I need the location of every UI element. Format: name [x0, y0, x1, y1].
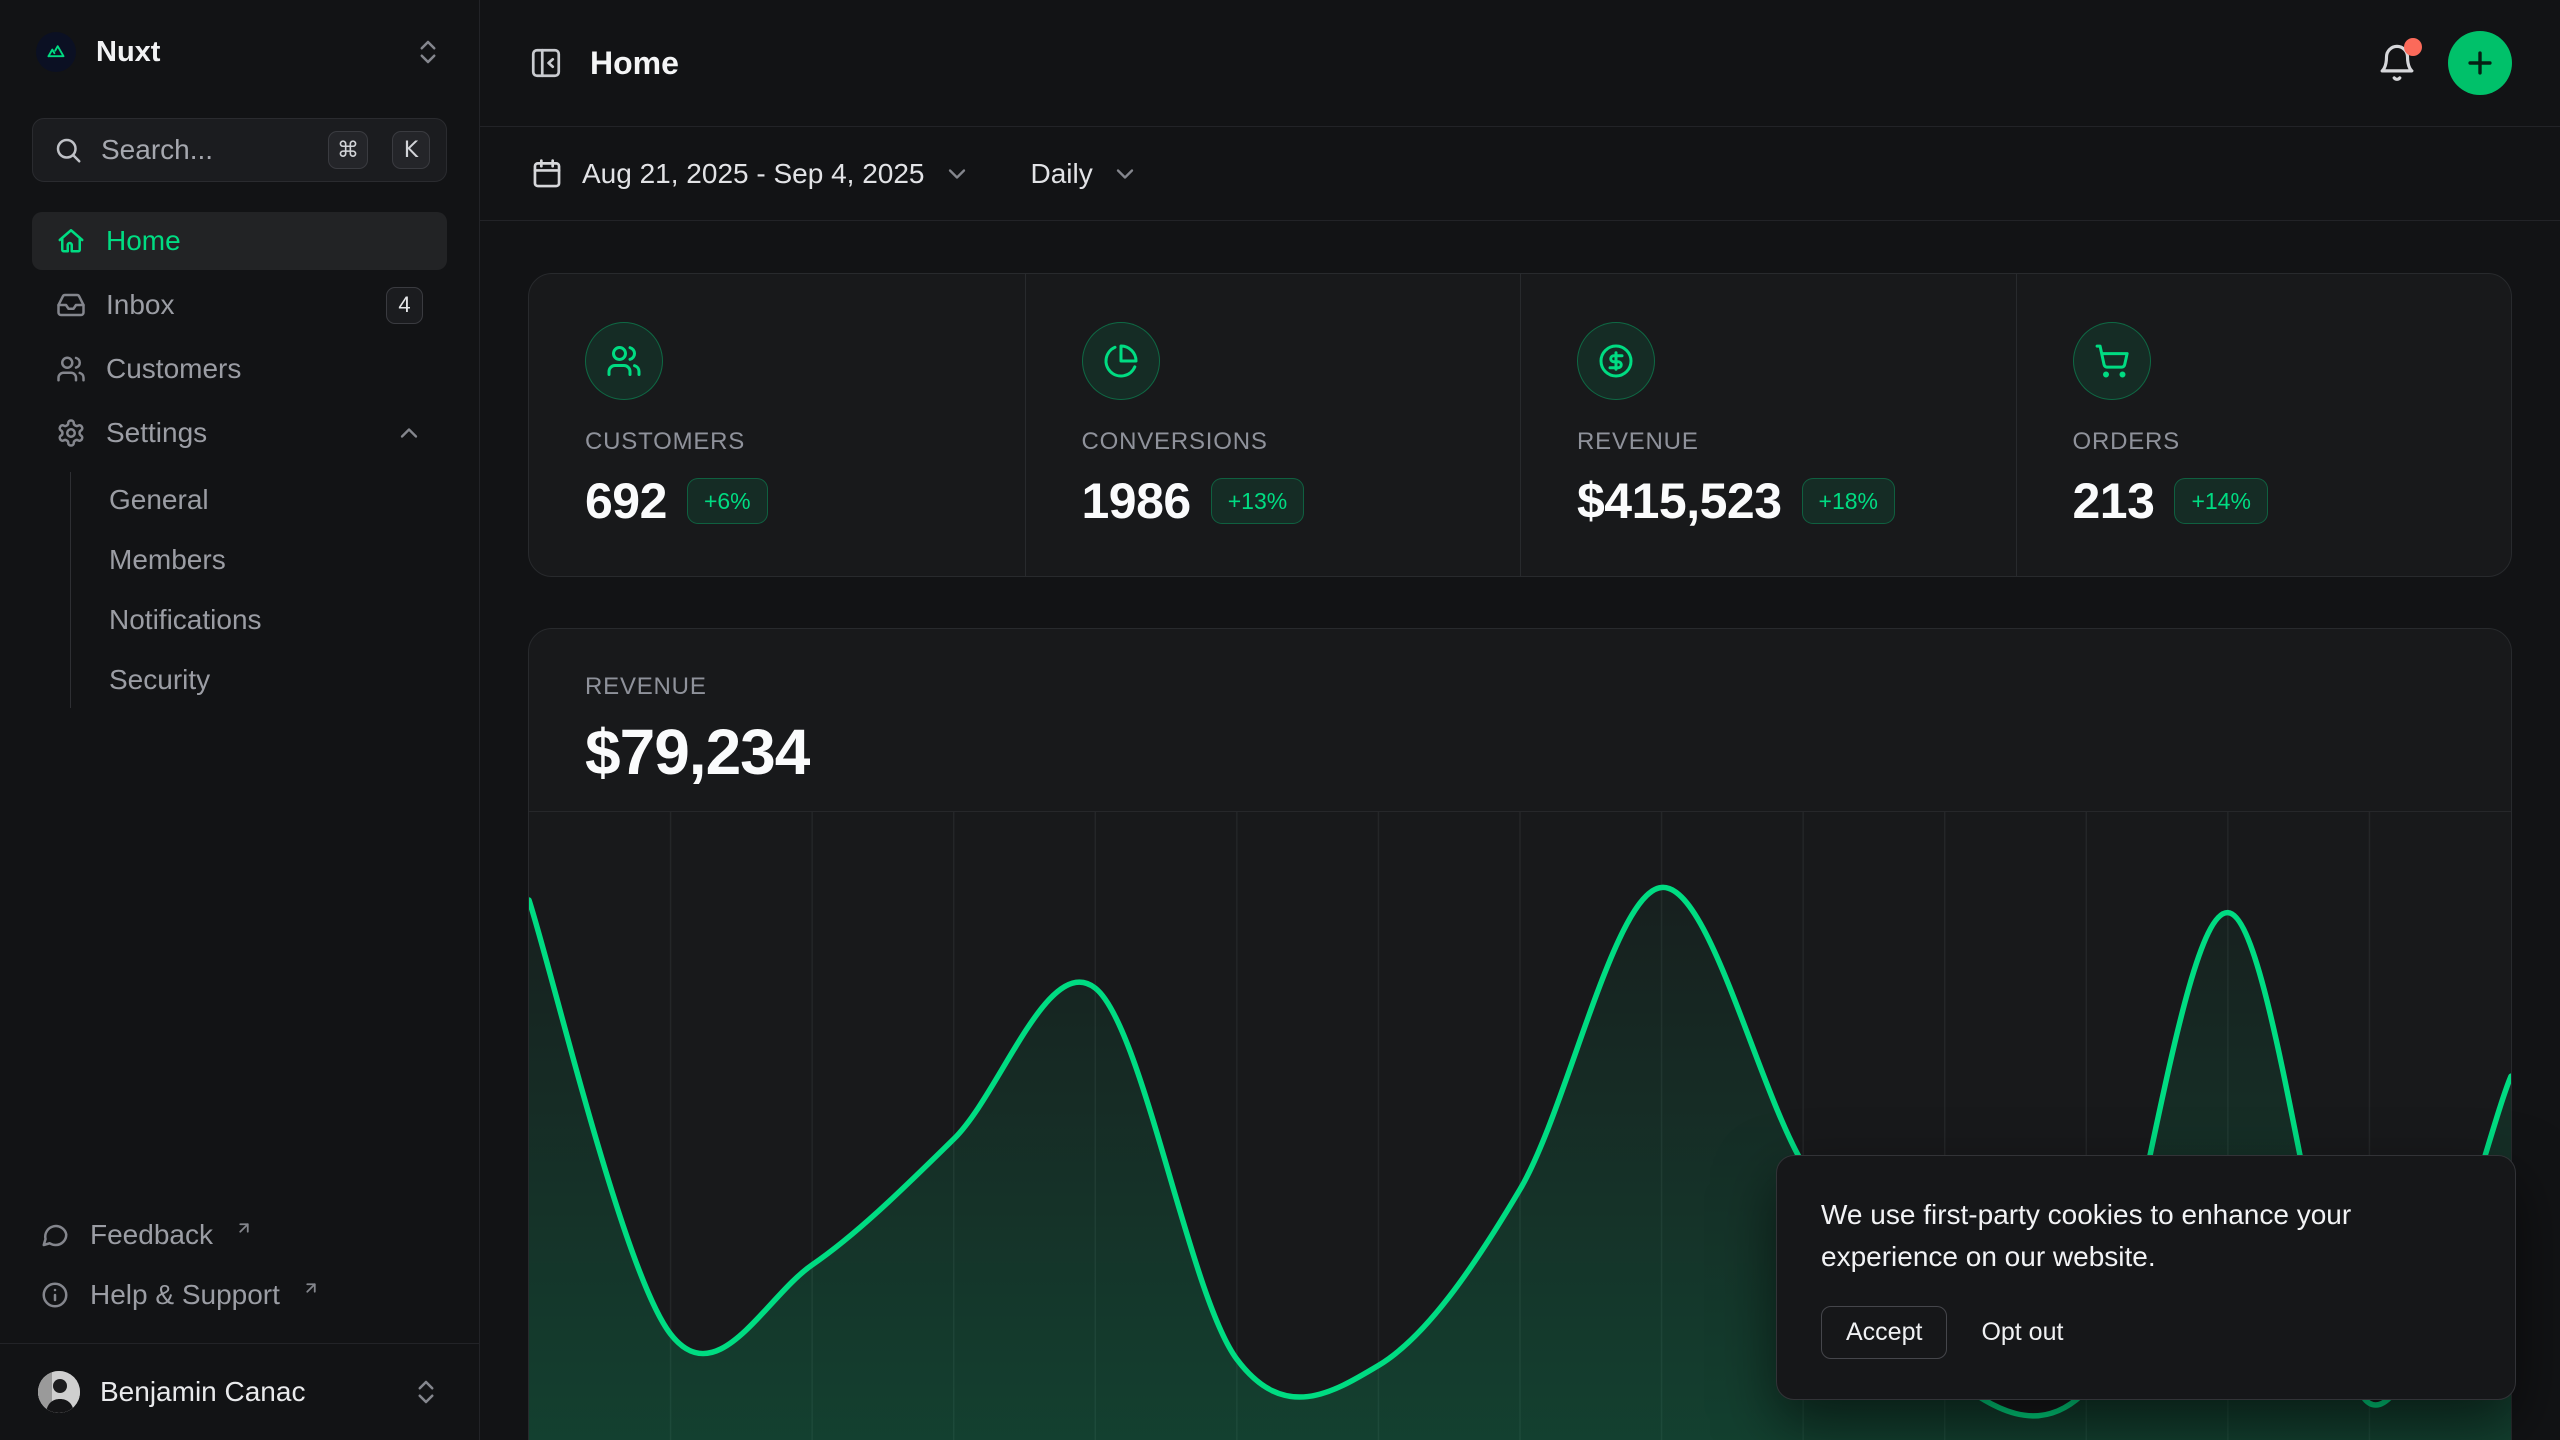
stat-value: 692: [585, 472, 667, 530]
stat-delta-badge: +13%: [1211, 478, 1304, 524]
granularity-select[interactable]: Daily: [1031, 158, 1139, 190]
stat-delta-badge: +6%: [687, 478, 768, 524]
filters-toolbar: Aug 21, 2025 - Sep 4, 2025 Daily: [480, 127, 2560, 221]
panel-collapse-icon[interactable]: [528, 45, 564, 81]
stat-label: ORDERS: [2073, 428, 2512, 456]
chevron-up-icon: [395, 419, 423, 447]
calendar-icon: [530, 157, 564, 191]
stat-delta-badge: +18%: [1802, 478, 1895, 524]
help-support-link[interactable]: Help & Support: [32, 1269, 447, 1321]
revenue-header: REVENUE $79,234: [529, 629, 2511, 789]
sidebar-item-security[interactable]: Security: [101, 652, 447, 708]
stat-value: 213: [2073, 472, 2155, 530]
stats-card: CUSTOMERS 692 +6% CONVERSIONS 1986 +13%: [528, 273, 2512, 577]
feedback-label: Feedback: [90, 1219, 213, 1251]
kbd-k: K: [392, 131, 430, 169]
stat-conversions: CONVERSIONS 1986 +13%: [1025, 274, 1521, 576]
chevrons-up-down-icon: [411, 1377, 441, 1407]
date-range-value: Aug 21, 2025 - Sep 4, 2025: [582, 158, 925, 190]
sidebar-item-home[interactable]: Home: [32, 212, 447, 270]
home-icon: [56, 226, 86, 256]
sidebar-item-inbox[interactable]: Inbox 4: [32, 276, 447, 334]
sidebar-footer: Feedback Help & Support: [32, 1209, 447, 1343]
sidebar-item-label: Settings: [106, 417, 207, 449]
nuxt-logo-icon: [36, 32, 76, 72]
stat-value: 1986: [1082, 472, 1191, 530]
sidebar-nav: Home Inbox 4 Customers Settings: [32, 212, 447, 1209]
sidebar-item-customers[interactable]: Customers: [32, 340, 447, 398]
opt-out-button[interactable]: Opt out: [1977, 1307, 2067, 1358]
search-placeholder: Search...: [101, 134, 310, 166]
sidebar-item-notifications[interactable]: Notifications: [101, 592, 447, 648]
stat-revenue: REVENUE $415,523 +18%: [1520, 274, 2016, 576]
avatar: [38, 1371, 80, 1413]
chevron-down-icon: [1111, 160, 1139, 188]
inbox-count-badge: 4: [386, 287, 423, 324]
pie-chart-icon: [1082, 322, 1160, 400]
kbd-meta: ⌘: [328, 131, 368, 169]
external-link-icon: [235, 1219, 253, 1237]
external-link-icon: [302, 1279, 320, 1297]
help-support-label: Help & Support: [90, 1279, 280, 1311]
search-input[interactable]: Search... ⌘ K: [32, 118, 447, 182]
gear-icon: [56, 418, 86, 448]
sidebar-item-members[interactable]: Members: [101, 532, 447, 588]
stat-orders: ORDERS 213 +14%: [2016, 274, 2512, 576]
info-circle-icon: [40, 1280, 70, 1310]
stat-label: CONVERSIONS: [1082, 428, 1521, 456]
stat-customers: CUSTOMERS 692 +6%: [529, 274, 1025, 576]
cookie-actions: Accept Opt out: [1821, 1306, 2471, 1359]
sidebar-item-label: Home: [106, 225, 181, 257]
page-header: Home: [480, 0, 2560, 127]
date-range-picker[interactable]: Aug 21, 2025 - Sep 4, 2025: [530, 157, 971, 191]
shopping-cart-icon: [2073, 322, 2151, 400]
stat-label: REVENUE: [1577, 428, 2016, 456]
stat-label: CUSTOMERS: [585, 428, 1025, 456]
chevrons-up-down-icon: [413, 37, 443, 67]
header-actions: [2376, 31, 2512, 95]
page-title: Home: [590, 45, 679, 82]
settings-sub-list: General Members Notifications Security: [70, 472, 447, 708]
sidebar-item-general[interactable]: General: [101, 472, 447, 528]
revenue-label: REVENUE: [585, 673, 2455, 701]
stat-value: $415,523: [1577, 472, 1782, 530]
users-icon: [585, 322, 663, 400]
dollar-circle-icon: [1577, 322, 1655, 400]
team-switcher[interactable]: Nuxt: [32, 0, 447, 104]
search-icon: [53, 135, 83, 165]
inbox-icon: [56, 290, 86, 320]
user-menu[interactable]: Benjamin Canac: [32, 1344, 447, 1440]
cookie-message: We use first-party cookies to enhance yo…: [1821, 1194, 2471, 1278]
user-name: Benjamin Canac: [100, 1376, 305, 1408]
sidebar-item-settings[interactable]: Settings: [32, 404, 447, 462]
stat-delta-badge: +14%: [2174, 478, 2267, 524]
sidebar-item-label: Inbox: [106, 289, 175, 321]
users-icon: [56, 354, 86, 384]
sidebar: Nuxt Search... ⌘ K Home: [0, 0, 480, 1440]
accept-button[interactable]: Accept: [1821, 1306, 1947, 1359]
message-bubble-icon: [40, 1220, 70, 1250]
team-name: Nuxt: [96, 36, 160, 69]
chevron-down-icon: [943, 160, 971, 188]
sidebar-item-label: Customers: [106, 353, 241, 385]
revenue-value: $79,234: [585, 715, 2455, 789]
cookie-banner: We use first-party cookies to enhance yo…: [1776, 1155, 2516, 1400]
feedback-link[interactable]: Feedback: [32, 1209, 447, 1261]
notifications-button[interactable]: [2376, 42, 2418, 84]
add-button[interactable]: [2448, 31, 2512, 95]
granularity-value: Daily: [1031, 158, 1093, 190]
notification-dot: [2404, 38, 2422, 56]
